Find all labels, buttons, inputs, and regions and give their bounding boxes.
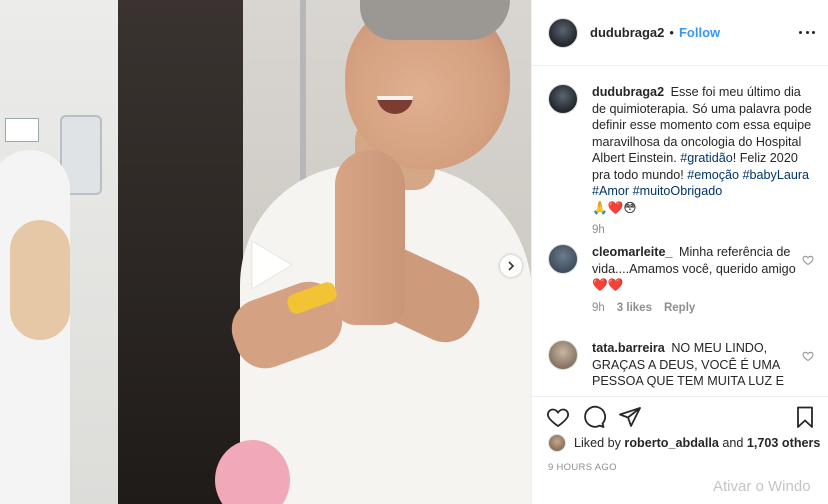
hashtag-babylaura[interactable]: #babyLaura (743, 168, 810, 182)
comment-time[interactable]: 9h (592, 302, 605, 314)
commenter-avatar[interactable] (548, 340, 578, 370)
caption-emojis: 🙏❤️😳 (592, 200, 637, 215)
video-person-hair (360, 0, 510, 40)
liked-by-and: and (722, 436, 744, 450)
caption-meta: 9h (592, 224, 818, 236)
activate-windows-watermark: Ativar o Windo (713, 478, 811, 495)
reply-button[interactable]: Reply (664, 302, 695, 314)
chevron-right-icon (508, 261, 515, 271)
post-details-panel: dudubraga2 • Follow dudubraga2 Esse foi … (531, 0, 828, 504)
like-button[interactable] (546, 405, 570, 429)
comment-button[interactable] (582, 405, 606, 429)
video-person-hands (335, 150, 405, 325)
post-actions (532, 396, 828, 436)
comment-icon (584, 405, 606, 428)
more-options-icon (799, 30, 802, 34)
video-person-left-arm (10, 220, 70, 340)
caption: dudubraga2 Esse foi meu último dia de qu… (548, 84, 818, 236)
comment-text: cleomarleite_ Minha referência de vida..… (592, 244, 818, 294)
commenter-username[interactable]: tata.barreira (592, 341, 665, 355)
play-icon (251, 240, 293, 290)
comment-meta: 9h 3 likes Reply (592, 302, 818, 314)
comment-text: tata.barreira NO MEU LINDO, GRAÇAS A DEU… (592, 340, 818, 390)
liked-by-prefix: Liked by (574, 436, 621, 450)
separator-dot: • (669, 25, 674, 40)
video-wall-sign (5, 118, 39, 142)
comment-likes[interactable]: 3 likes (617, 302, 652, 314)
bookmark-icon (797, 406, 813, 428)
liker-username[interactable]: roberto_abdalla (624, 436, 718, 450)
next-media-button[interactable] (500, 255, 522, 277)
follow-button[interactable]: Follow (679, 25, 720, 40)
like-comment-heart-icon[interactable] (802, 350, 814, 362)
hashtag-amor[interactable]: #Amor (592, 184, 629, 198)
like-comment-heart-icon[interactable] (802, 254, 814, 266)
caption-avatar[interactable] (548, 84, 578, 114)
caption-time[interactable]: 9h (592, 224, 605, 236)
likes-count[interactable]: 1,703 others (747, 436, 821, 450)
more-options-button[interactable] (799, 24, 815, 40)
caption-username[interactable]: dudubraga2 (592, 85, 664, 99)
post-timestamp[interactable]: 9 HOURS AGO (548, 462, 617, 473)
play-button[interactable] (240, 235, 300, 295)
hashtag-muitoobrigado[interactable]: #muitoObrigado (633, 184, 723, 198)
post-video[interactable] (0, 0, 531, 504)
share-button[interactable] (618, 405, 642, 429)
share-icon (619, 406, 641, 427)
video-door (118, 0, 243, 504)
comments-list[interactable]: dudubraga2 Esse foi meu último dia de qu… (532, 66, 828, 396)
comment-item: tata.barreira NO MEU LINDO, GRAÇAS A DEU… (548, 340, 818, 390)
commenter-avatar[interactable] (548, 244, 578, 274)
comment-item: cleomarleite_ Minha referência de vida..… (548, 244, 818, 314)
liked-by-line: Liked by roberto_abdalla and 1,703 other… (548, 434, 820, 452)
author-avatar[interactable] (548, 17, 578, 48)
caption-text: dudubraga2 Esse foi meu último dia de qu… (592, 84, 818, 216)
hashtag-emocao[interactable]: #emoção (687, 168, 739, 182)
author-username[interactable]: dudubraga2 (590, 25, 664, 40)
heart-icon (547, 408, 569, 427)
commenter-username[interactable]: cleomarleite_ (592, 245, 673, 259)
hashtag-gratidao[interactable]: #gratidão (680, 151, 733, 165)
liker-avatar[interactable] (548, 434, 566, 452)
post-header: dudubraga2 • Follow (532, 0, 828, 66)
save-button[interactable] (793, 405, 817, 429)
